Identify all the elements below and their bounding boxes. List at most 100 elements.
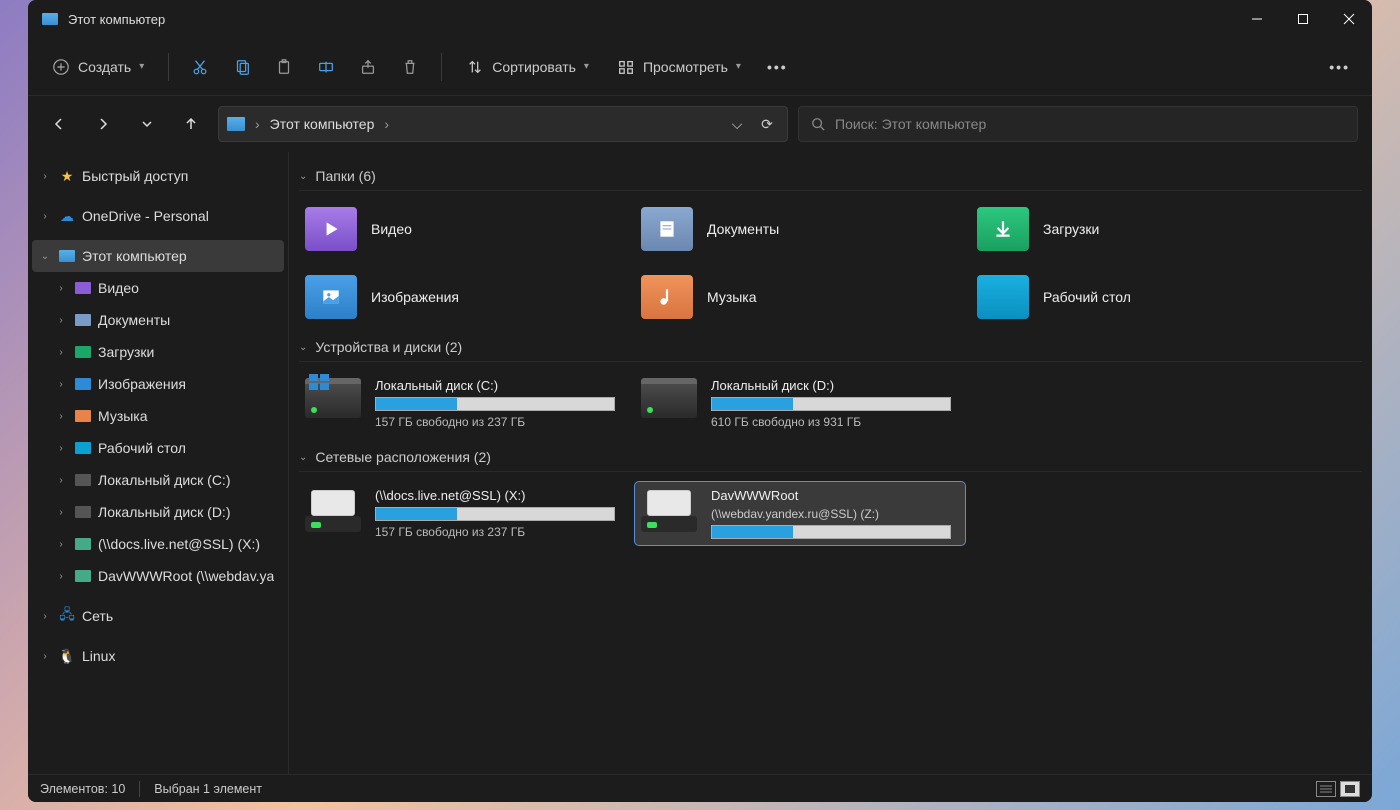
expand-icon[interactable]: › bbox=[54, 411, 68, 422]
expand-icon[interactable]: › bbox=[54, 571, 68, 582]
details-view-button[interactable] bbox=[1316, 781, 1336, 797]
delete-button[interactable] bbox=[391, 49, 429, 85]
expand-icon[interactable]: › bbox=[38, 651, 52, 662]
drive-icon bbox=[305, 378, 361, 422]
drive-icon bbox=[641, 378, 697, 422]
video-folder-icon bbox=[74, 279, 92, 297]
expand-icon[interactable]: › bbox=[54, 347, 68, 358]
sidebar-music[interactable]: › Музыка bbox=[32, 400, 284, 432]
large-icons-view-button[interactable] bbox=[1340, 781, 1360, 797]
expand-icon[interactable]: › bbox=[54, 283, 68, 294]
new-button[interactable]: Создать ▾ bbox=[40, 49, 156, 85]
sidebar-local-d[interactable]: › Локальный диск (D:) bbox=[32, 496, 284, 528]
sidebar: › ★ Быстрый доступ › ☁ OneDrive - Person… bbox=[28, 152, 288, 774]
ellipsis-icon: ••• bbox=[1329, 59, 1350, 75]
sort-label: Сортировать bbox=[492, 59, 576, 75]
chevron-down-icon: ⌄ bbox=[299, 171, 307, 182]
forward-button[interactable] bbox=[86, 107, 120, 141]
folder-downloads[interactable]: Загрузки bbox=[971, 201, 1301, 257]
expand-icon[interactable]: › bbox=[38, 171, 52, 182]
paste-button[interactable] bbox=[265, 49, 303, 85]
network-drive-icon bbox=[641, 488, 697, 532]
expand-icon[interactable]: › bbox=[54, 539, 68, 550]
this-pc-icon bbox=[227, 117, 245, 131]
drive-c[interactable]: Локальный диск (C:) 157 ГБ свободно из 2… bbox=[299, 372, 629, 435]
sidebar-local-c[interactable]: › Локальный диск (C:) bbox=[32, 464, 284, 496]
copy-button[interactable] bbox=[223, 49, 261, 85]
plus-circle-icon bbox=[52, 58, 70, 76]
breadcrumb-this-pc[interactable]: Этот компьютер bbox=[270, 116, 375, 132]
drive-icon bbox=[74, 503, 92, 521]
cut-button[interactable] bbox=[181, 49, 219, 85]
music-folder-icon bbox=[74, 407, 92, 425]
expand-icon[interactable]: › bbox=[54, 475, 68, 486]
back-button[interactable] bbox=[42, 107, 76, 141]
network-icon: 🖧 bbox=[58, 607, 76, 625]
sidebar-network[interactable]: › 🖧 Сеть bbox=[32, 600, 284, 632]
view-toggle bbox=[1316, 781, 1360, 797]
close-button[interactable] bbox=[1326, 0, 1372, 38]
sidebar-this-pc[interactable]: ⌄ Этот компьютер bbox=[32, 240, 284, 272]
sort-button[interactable]: Сортировать ▾ bbox=[454, 49, 601, 85]
folder-music[interactable]: Музыка bbox=[635, 269, 965, 325]
sidebar-video[interactable]: › Видео bbox=[32, 272, 284, 304]
search-placeholder: Поиск: Этот компьютер bbox=[835, 116, 986, 132]
video-folder-icon bbox=[305, 207, 357, 251]
share-button[interactable] bbox=[349, 49, 387, 85]
maximize-button[interactable] bbox=[1280, 0, 1326, 38]
sidebar-desktop[interactable]: › Рабочий стол bbox=[32, 432, 284, 464]
copy-icon bbox=[233, 58, 251, 76]
group-drives-label: Устройства и диски (2) bbox=[315, 339, 462, 355]
status-count: Элементов: 10 bbox=[40, 782, 125, 796]
address-dropdown[interactable]: ⌵ bbox=[725, 116, 749, 133]
sidebar-onedrive[interactable]: › ☁ OneDrive - Personal bbox=[32, 200, 284, 232]
netdrive-x[interactable]: (\\docs.live.net@SSL) (X:) 157 ГБ свобод… bbox=[299, 482, 629, 545]
breadcrumb-separator: › bbox=[255, 116, 260, 132]
star-icon: ★ bbox=[58, 167, 76, 185]
sidebar-documents[interactable]: › Документы bbox=[32, 304, 284, 336]
refresh-button[interactable]: ⟳ bbox=[755, 116, 779, 133]
drive-d[interactable]: Локальный диск (D:) 610 ГБ свободно из 9… bbox=[635, 372, 965, 435]
expand-icon[interactable]: › bbox=[54, 315, 68, 326]
sidebar-linux[interactable]: › 🐧 Linux bbox=[32, 640, 284, 672]
desktop-folder-icon bbox=[74, 439, 92, 457]
window-title: Этот компьютер bbox=[68, 12, 165, 27]
sidebar-downloads[interactable]: › Загрузки bbox=[32, 336, 284, 368]
sidebar-quick-access[interactable]: › ★ Быстрый доступ bbox=[32, 160, 284, 192]
group-drives[interactable]: ⌄ Устройства и диски (2) bbox=[299, 339, 1362, 362]
search-input[interactable]: Поиск: Этот компьютер bbox=[798, 106, 1358, 142]
sidebar-netdrive-x[interactable]: › (\\docs.live.net@SSL) (X:) bbox=[32, 528, 284, 560]
documents-folder-icon bbox=[74, 311, 92, 329]
more-button[interactable]: ••• bbox=[757, 49, 798, 85]
recent-button[interactable] bbox=[130, 107, 164, 141]
collapse-icon[interactable]: ⌄ bbox=[38, 251, 52, 262]
chevron-down-icon: ▾ bbox=[139, 61, 144, 72]
expand-icon[interactable]: › bbox=[38, 611, 52, 622]
view-button[interactable]: Просмотреть ▾ bbox=[605, 49, 753, 85]
folder-pictures[interactable]: Изображения bbox=[299, 269, 629, 325]
expand-icon[interactable]: › bbox=[54, 507, 68, 518]
up-button[interactable] bbox=[174, 107, 208, 141]
folder-documents[interactable]: Документы bbox=[635, 201, 965, 257]
view-icon bbox=[617, 58, 635, 76]
chevron-down-icon: ▾ bbox=[736, 61, 741, 72]
drives-grid: Локальный диск (C:) 157 ГБ свободно из 2… bbox=[299, 372, 1362, 435]
address-bar[interactable]: › Этот компьютер › ⌵ ⟳ bbox=[218, 106, 788, 142]
share-icon bbox=[359, 58, 377, 76]
overflow-button[interactable]: ••• bbox=[1319, 49, 1360, 85]
expand-icon[interactable]: › bbox=[38, 211, 52, 222]
separator bbox=[139, 781, 140, 797]
group-network-locations[interactable]: ⌄ Сетевые расположения (2) bbox=[299, 449, 1362, 472]
expand-icon[interactable]: › bbox=[54, 443, 68, 454]
this-pc-icon bbox=[42, 13, 58, 25]
netdrive-z[interactable]: DavWWWRoot (\\webdav.yandex.ru@SSL) (Z:) bbox=[635, 482, 965, 545]
sidebar-pictures[interactable]: › Изображения bbox=[32, 368, 284, 400]
expand-icon[interactable]: › bbox=[54, 379, 68, 390]
folder-desktop[interactable]: Рабочий стол bbox=[971, 269, 1301, 325]
sidebar-netdrive-z[interactable]: › DavWWWRoot (\\webdav.ya bbox=[32, 560, 284, 592]
folder-video[interactable]: Видео bbox=[299, 201, 629, 257]
group-folders[interactable]: ⌄ Папки (6) bbox=[299, 168, 1362, 191]
minimize-button[interactable] bbox=[1234, 0, 1280, 38]
rename-button[interactable] bbox=[307, 49, 345, 85]
rename-icon bbox=[317, 58, 335, 76]
